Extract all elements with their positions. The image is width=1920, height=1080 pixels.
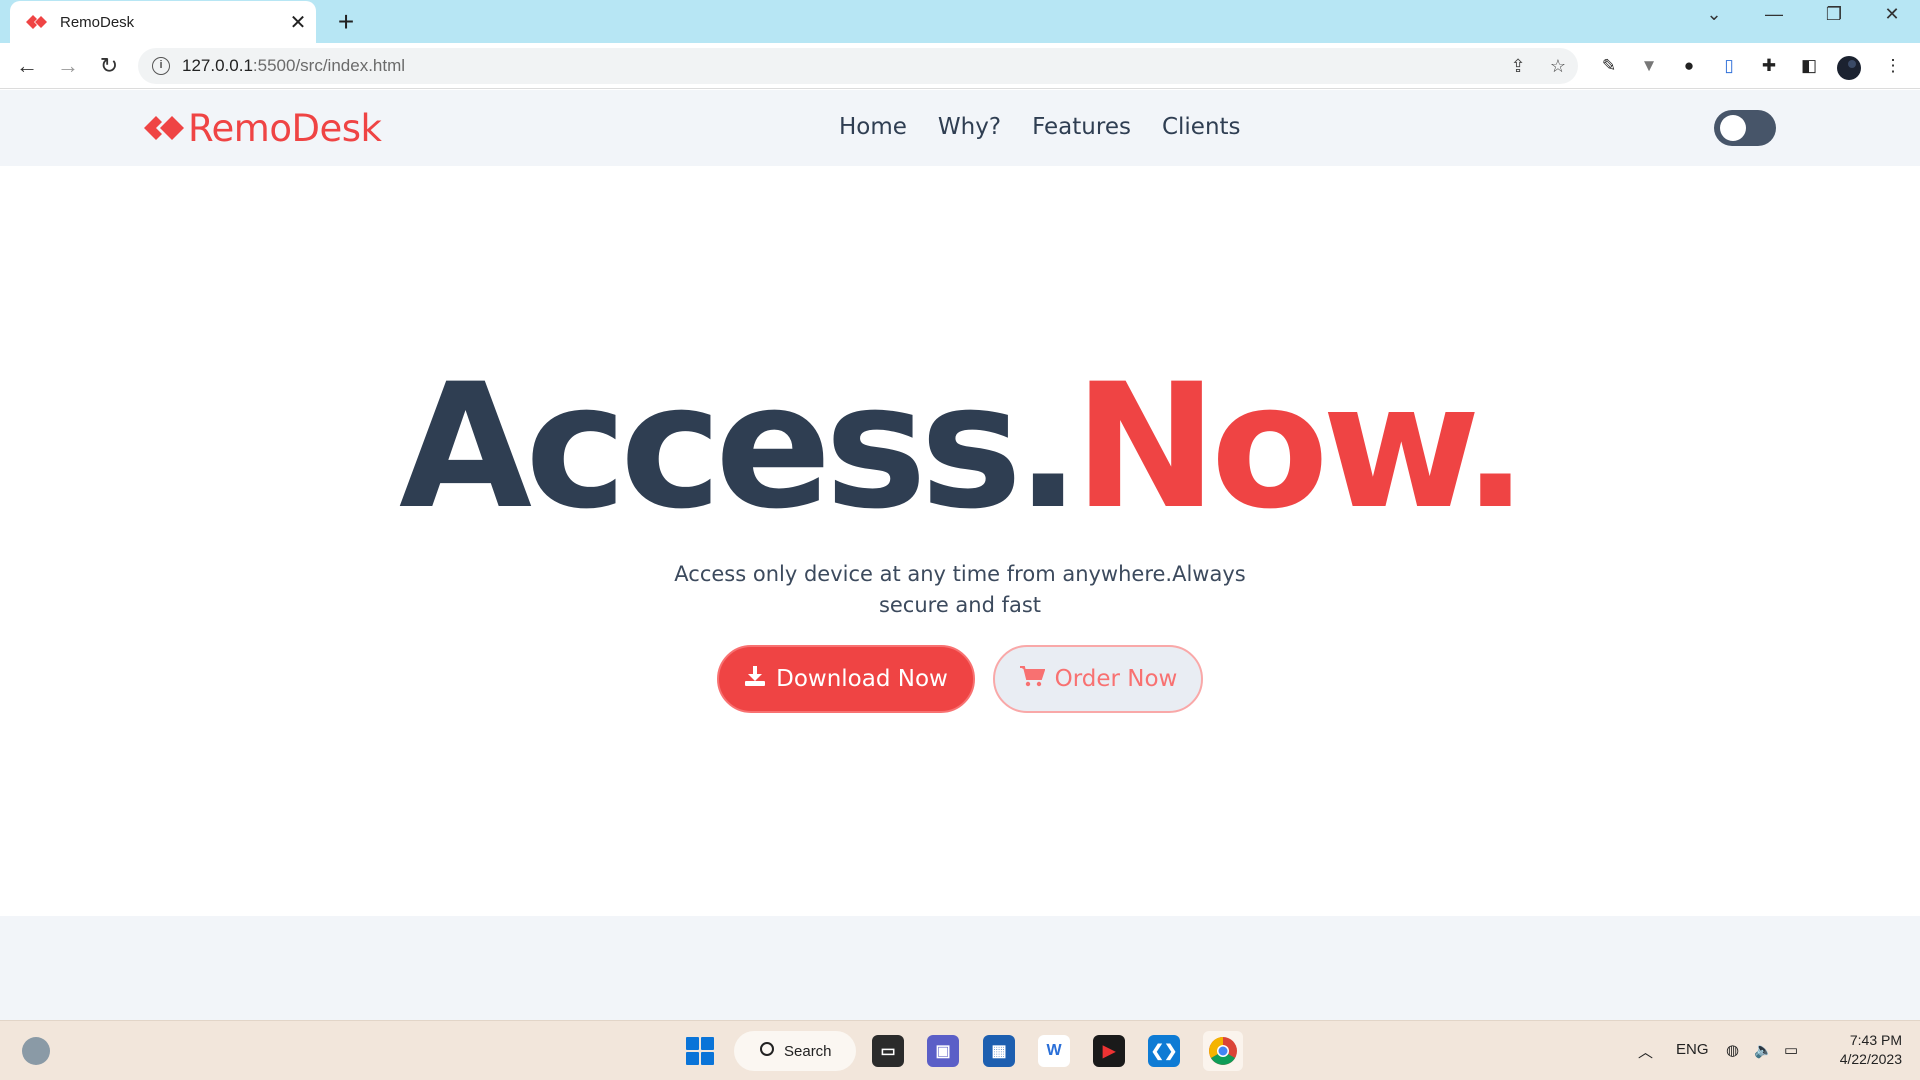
next-section-band bbox=[0, 916, 1920, 1020]
headline-access: Access. bbox=[398, 346, 1081, 547]
profile-avatar[interactable] bbox=[1836, 55, 1862, 80]
new-tab-button[interactable]: + bbox=[330, 6, 362, 38]
hero-subtitle: Access only device at any time from anyw… bbox=[674, 562, 1246, 617]
cart-icon bbox=[1019, 665, 1045, 693]
battery-icon[interactable]: ▭ bbox=[1784, 1041, 1798, 1059]
system-clock[interactable]: 7:43 PM 4/22/2023 bbox=[1812, 1031, 1902, 1069]
share-icon[interactable]: ⇪ bbox=[1498, 56, 1538, 77]
vscode-icon[interactable]: ❮❯ bbox=[1148, 1035, 1180, 1067]
side-panel-icon[interactable]: ◧ bbox=[1796, 55, 1822, 77]
tab-search-chevron-icon[interactable]: ⌄ bbox=[1694, 4, 1734, 25]
browser-menu-icon[interactable]: ⋮ bbox=[1880, 55, 1906, 77]
order-now-button[interactable]: Order Now bbox=[993, 645, 1203, 713]
brand-logo[interactable]: RemoDesk bbox=[144, 106, 382, 150]
hero-headline: Access.Now. bbox=[0, 361, 1920, 533]
main-nav: Home Why? Features Clients bbox=[839, 114, 1272, 140]
nav-home[interactable]: Home bbox=[839, 114, 907, 140]
extension-v-icon[interactable]: ▼ bbox=[1636, 55, 1662, 77]
download-now-button[interactable]: Download Now bbox=[717, 645, 975, 713]
minimize-button[interactable]: — bbox=[1754, 4, 1794, 25]
task-view-icon[interactable]: ▭ bbox=[872, 1035, 904, 1067]
tab-title: RemoDesk bbox=[60, 13, 135, 31]
bookmark-star-icon[interactable]: ☆ bbox=[1538, 56, 1578, 77]
extensions-puzzle-icon[interactable]: ✚ bbox=[1756, 55, 1782, 77]
extension-pen-icon[interactable]: ✎ bbox=[1596, 55, 1622, 77]
browser-tab[interactable]: RemoDesk ✕ bbox=[10, 1, 316, 43]
back-button[interactable]: ← bbox=[12, 51, 42, 81]
site-header: RemoDesk Home Why? Features Clients bbox=[0, 90, 1920, 166]
download-icon bbox=[744, 665, 766, 693]
theme-toggle[interactable] bbox=[1714, 110, 1776, 146]
reload-button[interactable]: ↻ bbox=[94, 51, 124, 81]
microsoft-store-icon[interactable]: ▦ bbox=[983, 1035, 1015, 1067]
download-now-label: Download Now bbox=[776, 666, 948, 692]
address-bar[interactable]: i 127.0.0.1:5500/src/index.html ⇪ ☆ bbox=[138, 48, 1578, 84]
nav-why[interactable]: Why? bbox=[938, 114, 1001, 140]
search-icon bbox=[760, 1042, 774, 1056]
browser-toolbar: ← → ↻ i 127.0.0.1:5500/src/index.html ⇪ … bbox=[0, 43, 1920, 89]
extension-vb-icon[interactable]: ● bbox=[1676, 55, 1702, 77]
teams-chat-icon[interactable]: ▣ bbox=[927, 1035, 959, 1067]
remodesk-favicon bbox=[26, 14, 48, 30]
weather-widget-icon[interactable] bbox=[22, 1037, 50, 1065]
show-hidden-icons-chevron-icon[interactable]: ︿ bbox=[1638, 1041, 1653, 1062]
browser-tab-strip: RemoDesk ✕ + ⌄ — ❐ ✕ bbox=[0, 0, 1920, 43]
url-path: :5500/src/index.html bbox=[252, 56, 406, 75]
extension-phone-icon[interactable]: ▯ bbox=[1716, 55, 1742, 77]
taskbar-search[interactable]: Search bbox=[734, 1031, 856, 1071]
theme-toggle-knob bbox=[1720, 115, 1746, 141]
video-editor-icon[interactable]: ▶ bbox=[1093, 1035, 1125, 1067]
order-now-label: Order Now bbox=[1054, 666, 1178, 692]
nav-clients[interactable]: Clients bbox=[1162, 114, 1241, 140]
forward-button[interactable]: → bbox=[53, 51, 83, 81]
clock-date: 4/22/2023 bbox=[1839, 1051, 1902, 1067]
taskbar-search-label: Search bbox=[784, 1042, 832, 1060]
brand-name: RemoDesk bbox=[188, 106, 382, 150]
restore-button[interactable]: ❐ bbox=[1814, 4, 1854, 25]
network-icon[interactable]: ◍ bbox=[1726, 1041, 1739, 1059]
word-app-icon[interactable]: W bbox=[1038, 1035, 1070, 1067]
url-host: 127.0.0.1 bbox=[182, 56, 253, 75]
clock-time: 7:43 PM bbox=[1849, 1032, 1902, 1048]
headline-now: Now. bbox=[1073, 346, 1528, 547]
remodesk-logo-icon bbox=[144, 113, 186, 143]
taskbar: Search ▭ ▣ ▦ W ▶ ❮❯ ︿ ENG ◍ 🔈 ▭ 7:43 PM … bbox=[0, 1020, 1920, 1080]
chrome-icon[interactable] bbox=[1203, 1031, 1243, 1071]
site-info-icon[interactable]: i bbox=[152, 57, 170, 75]
language-indicator[interactable]: ENG bbox=[1676, 1041, 1709, 1058]
close-window-button[interactable]: ✕ bbox=[1872, 4, 1912, 25]
start-windows-icon[interactable] bbox=[686, 1037, 714, 1065]
nav-features[interactable]: Features bbox=[1032, 114, 1131, 140]
hero-section: Access.Now. Access only device at any ti… bbox=[0, 166, 1920, 916]
volume-icon[interactable]: 🔈 bbox=[1754, 1041, 1773, 1059]
tab-close-icon[interactable]: ✕ bbox=[280, 10, 316, 35]
